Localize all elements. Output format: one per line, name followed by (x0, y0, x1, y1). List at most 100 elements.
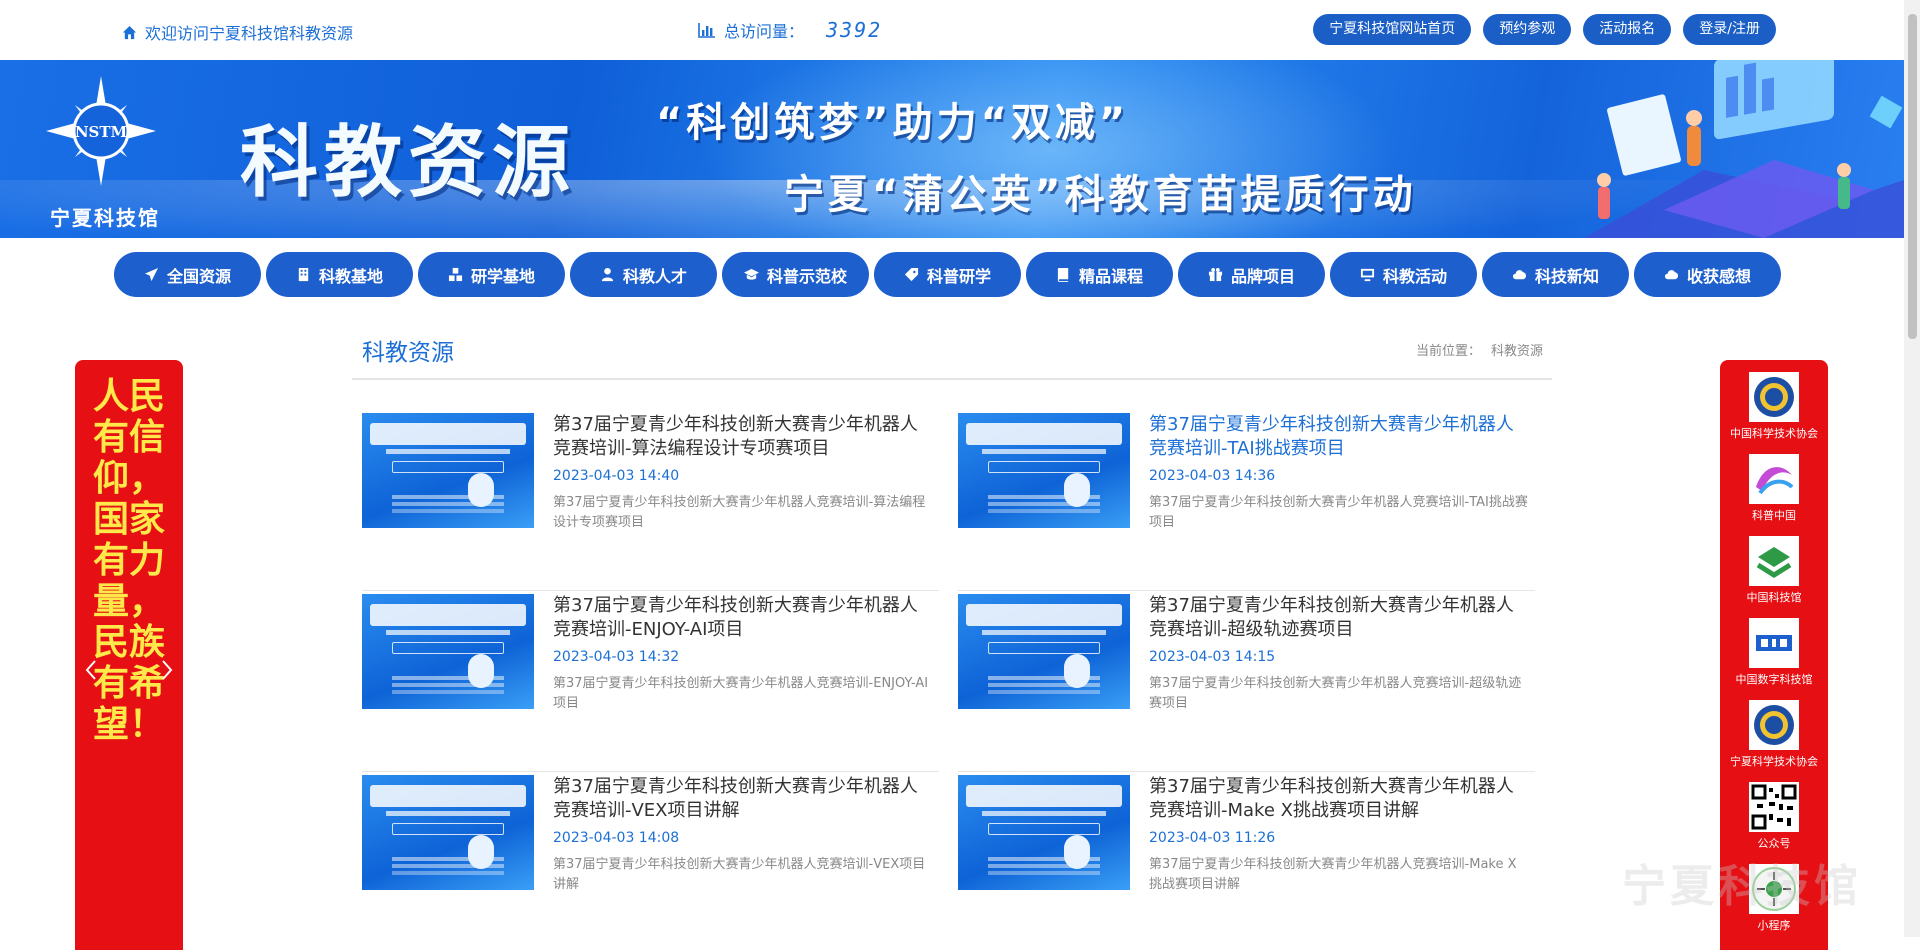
article-thumbnail[interactable] (958, 413, 1130, 528)
login-register-link[interactable]: 登录/注册 (1683, 14, 1776, 45)
nav-science-bases[interactable]: 科教基地 (266, 252, 413, 297)
tag-icon (904, 267, 919, 282)
book-visit-link[interactable]: 预约参观 (1483, 14, 1572, 45)
home-icon (122, 25, 137, 39)
nav-brand-projects[interactable]: 品牌项目 (1178, 252, 1325, 297)
card-divider (958, 590, 1535, 591)
article-card[interactable]: 第37届宁夏青少年科技创新大赛青少年机器人竞赛培训-VEX项目讲解 2023-0… (362, 775, 942, 923)
site-home-link[interactable]: 宁夏科技馆网站首页 (1313, 14, 1472, 45)
monitor-icon (1360, 268, 1375, 282)
nav-science-study[interactable]: 科普研学 (874, 252, 1021, 297)
nav-label: 全国资源 (166, 266, 231, 286)
partner-cast-link[interactable]: 中国科学技术协会 (1720, 372, 1828, 441)
nav-label: 科普研学 (926, 266, 991, 286)
nav-quality-courses[interactable]: 精品课程 (1026, 252, 1173, 297)
welcome-message: 欢迎访问宁夏科技馆科教资源 (122, 20, 353, 44)
partner-label: 中国数字科技馆 (1735, 673, 1813, 686)
nav-national-resources[interactable]: 全国资源 (114, 252, 261, 297)
banner-slogan-line1: “科创筑梦”助力“双减” (656, 100, 1130, 146)
partner-cdstm-link[interactable]: 中国数字科技馆 (1720, 618, 1828, 687)
page-scrollbar[interactable] (1904, 0, 1920, 937)
partner-label: 公众号 (1757, 837, 1791, 850)
article-thumbnail[interactable] (958, 775, 1130, 890)
article-title[interactable]: 第37届宁夏青少年科技创新大赛青少年机器人竞赛培训-TAI挑战赛项目 (1149, 413, 1529, 461)
article-title[interactable]: 第37届宁夏青少年科技创新大赛青少年机器人竞赛培训-ENJOY-AI项目 (553, 594, 933, 642)
nav-reflections[interactable]: 收获感想 (1634, 252, 1781, 297)
cdstm-logo-icon (1749, 618, 1799, 668)
partner-cstm-link[interactable]: 中国科技馆 (1720, 536, 1828, 605)
breadcrumb: 当前位置： 科教资源 (1416, 340, 1543, 359)
partner-label: 中国科技馆 (1746, 591, 1802, 604)
wechat-official-qr[interactable]: 公众号 (1720, 782, 1828, 851)
article-thumbnail[interactable] (362, 413, 534, 528)
article-card[interactable]: 第37届宁夏青少年科技创新大赛青少年机器人竞赛培训-TAI挑战赛项目 2023-… (958, 413, 1538, 591)
visit-counter: 总访问量： 3392 (698, 18, 882, 42)
article-summary: 第37届宁夏青少年科技创新大赛青少年机器人竞赛培训-Make X挑战赛项目讲解 (1149, 857, 1517, 892)
article-thumbnail[interactable] (362, 775, 534, 890)
article-card[interactable]: 第37届宁夏青少年科技创新大赛青少年机器人竞赛培训-ENJOY-AI项目 202… (362, 594, 942, 772)
article-title[interactable]: 第37届宁夏青少年科技创新大赛青少年机器人竞赛培训-超级轨迹赛项目 (1149, 594, 1529, 642)
partner-label: 科普中国 (1752, 509, 1796, 522)
nav-label: 科技新知 (1534, 266, 1599, 286)
slogan-banner: 人民有信仰，国家有力量，民族有希望！ (75, 360, 183, 950)
cloud-icon (1512, 270, 1527, 280)
welcome-text: 欢迎访问宁夏科技馆科教资源 (145, 24, 354, 43)
scrollbar-thumb[interactable] (1908, 14, 1917, 339)
nav-tech-news[interactable]: 科技新知 (1482, 252, 1629, 297)
article-summary: 第37届宁夏青少年科技创新大赛青少年机器人竞赛培训-ENJOY-AI项目 (553, 676, 929, 711)
nav-study-bases[interactable]: 研学基地 (418, 252, 565, 297)
chevron-right-icon[interactable] (159, 658, 175, 682)
cstm-logo-icon (1749, 536, 1799, 586)
nav-science-talents[interactable]: 科教人才 (570, 252, 717, 297)
nav-demo-schools[interactable]: 科普示范校 (722, 252, 869, 297)
partner-label: 中国科学技术协会 (1730, 427, 1818, 440)
partner-label: 宁夏科学技术协会 (1730, 755, 1818, 768)
nav-label: 科教人才 (622, 266, 687, 286)
article-thumbnail[interactable] (958, 594, 1130, 709)
card-divider (362, 590, 939, 591)
visits-count: 3392 (826, 18, 883, 42)
nav-label: 精品课程 (1078, 266, 1143, 286)
article-title[interactable]: 第37届宁夏青少年科技创新大赛青少年机器人竞赛培训-VEX项目讲解 (553, 775, 933, 823)
article-card[interactable]: 第37届宁夏青少年科技创新大赛青少年机器人竞赛培训-Make X挑战赛项目讲解 … (958, 775, 1538, 923)
bar-chart-icon (698, 23, 715, 38)
event-signup-link[interactable]: 活动报名 (1583, 14, 1672, 45)
nav-label: 收获感想 (1686, 266, 1751, 286)
top-bar: 欢迎访问宁夏科技馆科教资源 总访问量： 3392 宁夏科技馆网站首页 预约参观 … (0, 0, 1920, 60)
nav-label: 科教基地 (318, 266, 383, 286)
nav-label: 科教活动 (1382, 266, 1447, 286)
article-date: 2023-04-03 14:36 (1149, 468, 1276, 484)
banner-slogan-line2: 宁夏“蒲公英”科教育苗提质行动 (784, 172, 1417, 218)
cloud-icon (1664, 270, 1679, 280)
partner-label: 小程序 (1757, 919, 1791, 932)
card-divider (362, 771, 939, 772)
partner-nxast-link[interactable]: 宁夏科学技术协会 (1720, 700, 1828, 769)
nxast-emblem-icon (1749, 700, 1799, 750)
article-date: 2023-04-03 14:32 (553, 649, 680, 665)
article-thumbnail[interactable] (362, 594, 534, 709)
card-divider (958, 771, 1535, 772)
main-nav: 全国资源 科教基地 研学基地 科教人才 科普示范校 科普研学 精品课程 品牌项目… (114, 252, 1781, 297)
book-icon (1057, 267, 1069, 282)
banner-title: 科教资源 (240, 117, 577, 208)
nav-science-activities[interactable]: 科教活动 (1330, 252, 1477, 297)
article-title[interactable]: 第37届宁夏青少年科技创新大赛青少年机器人竞赛培训-算法编程设计专项赛项目 (553, 413, 933, 461)
slogan-banner-text: 人民有信仰，国家有力量，民族有希望！ (93, 375, 166, 745)
article-card[interactable]: 第37届宁夏青少年科技创新大赛青少年机器人竞赛培训-超级轨迹赛项目 2023-0… (958, 594, 1538, 772)
partner-kepu-link[interactable]: 科普中国 (1720, 454, 1828, 523)
nav-label: 科普示范校 (766, 266, 847, 286)
article-title[interactable]: 第37届宁夏青少年科技创新大赛青少年机器人竞赛培训-Make X挑战赛项目讲解 (1149, 775, 1529, 823)
article-date: 2023-04-03 11:26 (1149, 830, 1276, 846)
breadcrumb-label: 当前位置： (1416, 344, 1482, 359)
article-date: 2023-04-03 14:15 (1149, 649, 1276, 665)
article-summary: 第37届宁夏青少年科技创新大赛青少年机器人竞赛培训-超级轨迹赛项目 (1149, 676, 1522, 711)
breadcrumb-current[interactable]: 科教资源 (1491, 344, 1543, 359)
top-links: 宁夏科技馆网站首页 预约参观 活动报名 登录/注册 (1313, 14, 1776, 45)
article-summary: 第37届宁夏青少年科技创新大赛青少年机器人竞赛培训-算法编程设计专项赛项目 (553, 495, 926, 530)
article-card[interactable]: 第37届宁夏青少年科技创新大赛青少年机器人竞赛培训-算法编程设计专项赛项目 20… (362, 413, 942, 591)
chevron-left-icon[interactable] (83, 658, 99, 682)
visits-label: 总访问量： (724, 22, 805, 41)
article-summary: 第37届宁夏青少年科技创新大赛青少年机器人竞赛培训-VEX项目讲解 (553, 857, 926, 892)
article-summary: 第37届宁夏青少年科技创新大赛青少年机器人竞赛培训-TAI挑战赛项目 (1149, 495, 1528, 530)
building-icon (298, 267, 309, 282)
